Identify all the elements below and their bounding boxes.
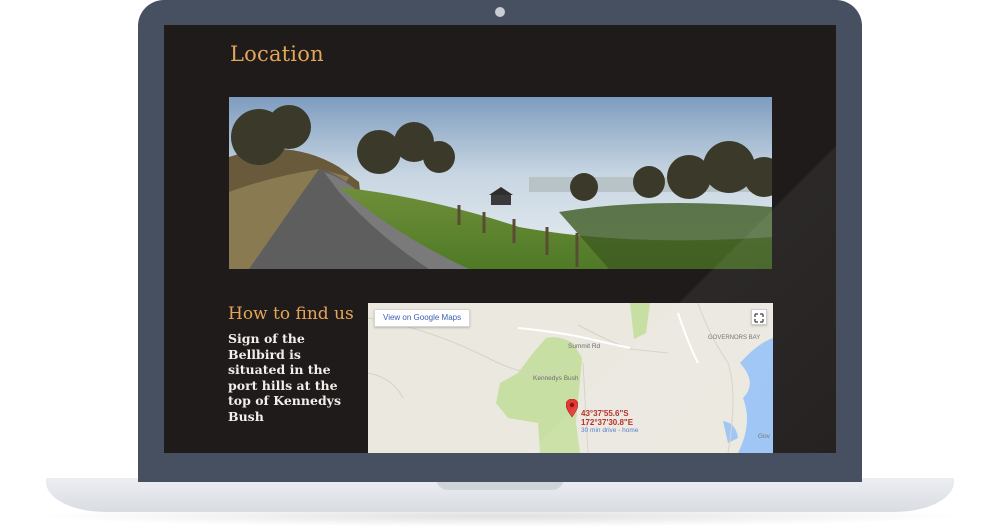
view-on-google-maps-button[interactable]: View on Google Maps (374, 309, 471, 327)
camera-icon (495, 7, 505, 17)
map-label-water: Gov (758, 433, 770, 440)
laptop-lid: Location How to find us Sign of the Bell… (138, 0, 862, 482)
map-coordinates-lat: 43°37'55.6"S (581, 409, 629, 418)
map-label-suburb: GOVERNORS BAY (708, 335, 761, 341)
map-label-park: Kennedys Bush (533, 375, 579, 382)
how-to-find-heading: How to find us (228, 304, 354, 324)
map-coordinates: 43°37'55.6"S 172°37'30.8"E (581, 409, 633, 427)
map-label-road: Summit Rd (568, 343, 601, 350)
hero-photo (229, 97, 772, 269)
laptop-screen: Location How to find us Sign of the Bell… (164, 25, 836, 453)
map-coordinates-lon: 172°37'30.8"E (581, 418, 634, 427)
expand-icon[interactable] (751, 309, 767, 325)
page-title: Location (230, 42, 324, 66)
drive-time-link[interactable]: 30 min drive - home (581, 427, 638, 434)
laptop-mockup: Location How to find us Sign of the Bell… (0, 0, 1000, 531)
how-to-find-text: Sign of the Bellbird is situated in the … (228, 331, 341, 424)
map-pin-icon[interactable] (565, 398, 579, 427)
embedded-map[interactable]: View on Google Maps Summit Rd Kennedys B… (368, 303, 773, 453)
hero-image (229, 97, 772, 269)
